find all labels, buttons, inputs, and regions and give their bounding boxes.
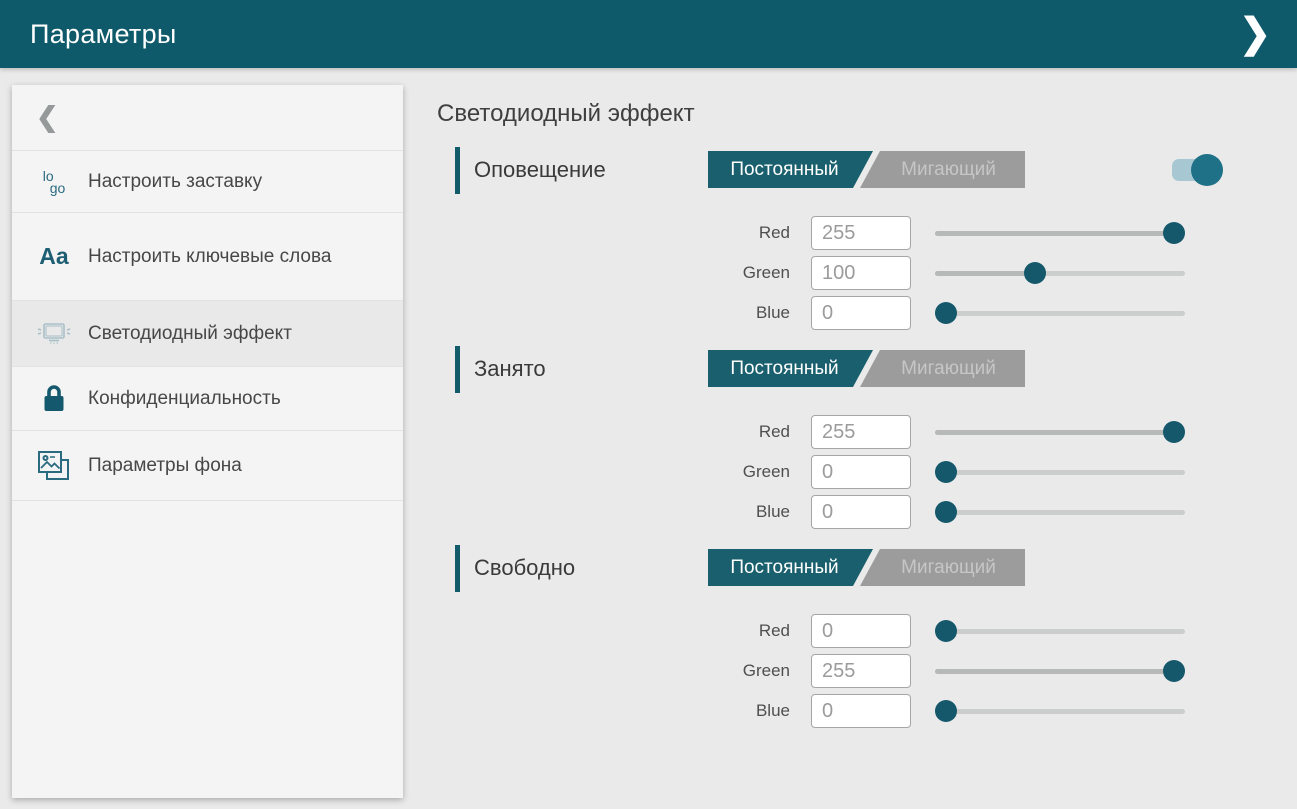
channel-slider[interactable]	[935, 222, 1185, 244]
back-button[interactable]: ❮	[12, 85, 403, 151]
channel-value-input[interactable]	[811, 694, 911, 728]
section-name: Занято	[474, 356, 546, 382]
channel-label: Green	[437, 661, 790, 681]
channel-slider[interactable]	[935, 302, 1185, 324]
led-section-free: Свободно ПостоянныйМигающий Red Green Blue	[437, 544, 1232, 731]
slider-track[interactable]	[935, 629, 1185, 634]
sidebar-item-led[interactable]: Светодиодный эффект	[12, 301, 403, 367]
tab-solid-mode[interactable]: Постоянный	[708, 549, 873, 586]
channel-label: Red	[437, 223, 790, 243]
toggle-thumb	[1191, 154, 1223, 186]
channel-value-input[interactable]	[811, 256, 911, 290]
led-section-busy: Занято ПостоянныйМигающий Red Green Blue	[437, 345, 1232, 532]
channel-label: Green	[437, 462, 790, 482]
slider-fill	[935, 231, 1174, 236]
channel-row-red: Red	[437, 412, 1232, 452]
channel-row-red: Red	[437, 213, 1232, 253]
mode-tabs: ПостоянныйМигающий	[708, 151, 1025, 188]
channel-slider[interactable]	[935, 421, 1185, 443]
channel-value-input[interactable]	[811, 415, 911, 449]
sidebar-item-label: Светодиодный эффект	[88, 321, 292, 347]
main-content: Светодиодный эффект Оповещение Постоянный…	[437, 99, 1232, 743]
led-section-alert: Оповещение ПостоянныйМигающий Red Green Blue	[437, 146, 1232, 333]
slider-thumb[interactable]	[935, 700, 957, 722]
section-accent-bar	[455, 147, 460, 194]
channel-row-green: Green	[437, 651, 1232, 691]
mode-tabs: ПостоянныйМигающий	[708, 350, 1025, 387]
channel-value-input[interactable]	[811, 614, 911, 648]
channel-slider[interactable]	[935, 620, 1185, 642]
slider-thumb[interactable]	[935, 302, 957, 324]
channel-row-blue: Blue	[437, 691, 1232, 731]
background-images-icon	[36, 449, 72, 483]
tab-solid-mode[interactable]: Постоянный	[708, 151, 873, 188]
back-chevron-icon: ❮	[36, 102, 59, 133]
mode-tabs: ПостоянныйМигающий	[708, 549, 1025, 586]
tab-solid-mode[interactable]: Постоянный	[708, 350, 873, 387]
channel-value-input[interactable]	[811, 495, 911, 529]
channel-label: Red	[437, 422, 790, 442]
section-accent-bar	[455, 545, 460, 592]
channel-row-red: Red	[437, 611, 1232, 651]
slider-thumb[interactable]	[1163, 222, 1185, 244]
sidebar-item-label: Настроить заставку	[88, 169, 262, 195]
header-bar: Параметры ❯	[0, 0, 1297, 68]
sidebar-item-keywords[interactable]: Aa Настроить ключевые слова	[12, 213, 403, 301]
channel-value-input[interactable]	[811, 455, 911, 489]
channel-value-input[interactable]	[811, 296, 911, 330]
led-monitor-icon	[36, 319, 72, 349]
channel-row-green: Green	[437, 452, 1232, 492]
channel-row-blue: Blue	[437, 492, 1232, 532]
keywords-aa-icon: Aa	[39, 243, 68, 270]
slider-track[interactable]	[935, 709, 1185, 714]
sidebar-item-splash[interactable]: logo Настроить заставку	[12, 151, 403, 213]
logo-text-icon: logo	[43, 170, 66, 194]
channel-row-green: Green	[437, 253, 1232, 293]
channel-value-input[interactable]	[811, 216, 911, 250]
slider-track[interactable]	[935, 470, 1185, 475]
channel-label: Blue	[437, 701, 790, 721]
channel-slider[interactable]	[935, 660, 1185, 682]
channel-label: Blue	[437, 303, 790, 323]
section-name: Свободно	[474, 555, 575, 581]
sidebar: ❮ logo Настроить заставку Aa Настроить ключ…	[12, 85, 403, 798]
page-title: Параметры	[30, 19, 177, 50]
slider-fill	[935, 430, 1174, 435]
slider-fill	[935, 669, 1174, 674]
channel-label: Red	[437, 621, 790, 641]
slider-thumb[interactable]	[935, 461, 957, 483]
sidebar-item-label: Настроить ключевые слова	[88, 244, 331, 270]
slider-thumb[interactable]	[1163, 660, 1185, 682]
slider-thumb[interactable]	[935, 501, 957, 523]
channel-row-blue: Blue	[437, 293, 1232, 333]
channel-slider[interactable]	[935, 501, 1185, 523]
slider-thumb[interactable]	[935, 620, 957, 642]
channel-value-input[interactable]	[811, 654, 911, 688]
slider-fill	[935, 271, 1035, 276]
slider-thumb[interactable]	[1024, 262, 1046, 284]
sidebar-item-label: Конфиденциальность	[88, 386, 281, 412]
section-name: Оповещение	[474, 157, 606, 183]
channel-label: Blue	[437, 502, 790, 522]
sidebar-item-privacy[interactable]: Конфиденциальность	[12, 367, 403, 431]
section-accent-bar	[455, 346, 460, 393]
channel-slider[interactable]	[935, 262, 1185, 284]
slider-track[interactable]	[935, 510, 1185, 515]
forward-chevron-icon[interactable]: ❯	[1239, 14, 1271, 54]
tab-blinking-mode[interactable]: Мигающий	[860, 350, 1025, 387]
slider-thumb[interactable]	[1163, 421, 1185, 443]
channel-label: Green	[437, 263, 790, 283]
section-title: Светодиодный эффект	[437, 99, 1232, 129]
tab-blinking-mode[interactable]: Мигающий	[860, 151, 1025, 188]
sidebar-item-label: Параметры фона	[88, 453, 242, 479]
sidebar-item-background[interactable]: Параметры фона	[12, 431, 403, 501]
tab-blinking-mode[interactable]: Мигающий	[860, 549, 1025, 586]
slider-track[interactable]	[935, 311, 1185, 316]
lock-icon	[40, 383, 68, 415]
enable-toggle[interactable]	[1172, 158, 1217, 182]
channel-slider[interactable]	[935, 461, 1185, 483]
channel-slider[interactable]	[935, 700, 1185, 722]
